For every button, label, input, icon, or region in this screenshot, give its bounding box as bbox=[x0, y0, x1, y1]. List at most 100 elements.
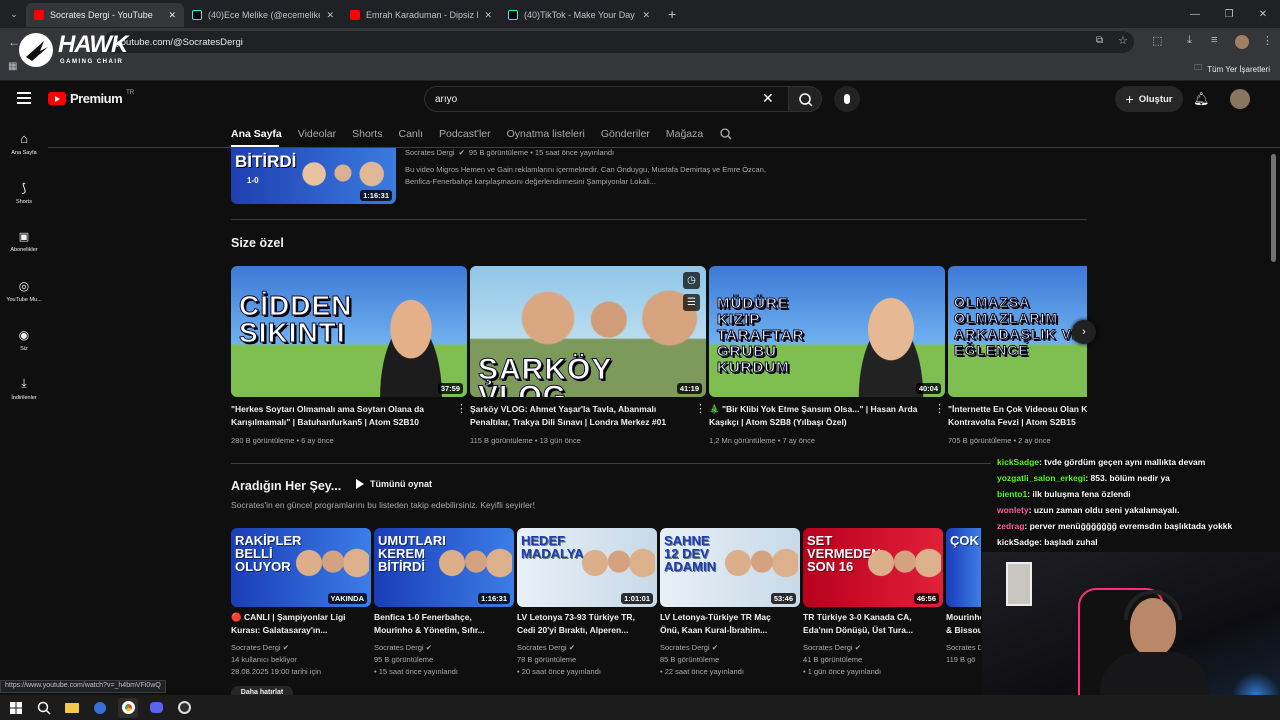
extensions-icon[interactable]: ⬚ bbox=[1152, 34, 1162, 47]
chrome-icon[interactable] bbox=[118, 697, 138, 718]
app-icon[interactable] bbox=[90, 698, 110, 718]
download-icon[interactable]: ⤓ bbox=[1187, 34, 1192, 47]
video-title[interactable]: "Herkes Soytarı Olmamalı ama Soytarı Ola… bbox=[231, 403, 456, 429]
video-channel[interactable]: Socrates Dergi ✔ bbox=[231, 642, 363, 654]
video-thumbnail[interactable]: ÇOK SİNİ bbox=[946, 528, 981, 607]
close-icon[interactable]: ✕ bbox=[326, 10, 334, 21]
video-channel[interactable]: Socrates Dergi ✔ bbox=[374, 642, 506, 654]
install-icon[interactable]: ⧉ bbox=[1096, 35, 1103, 46]
tab-store[interactable]: Mağaza bbox=[666, 128, 703, 140]
channel-search-icon[interactable] bbox=[719, 127, 733, 141]
video-thumbnail[interactable]: OLMAZSA OLMAZLARIM ARKADAŞLIK VE EĞLENCE bbox=[948, 266, 1087, 397]
voice-search-button[interactable] bbox=[834, 86, 860, 112]
youtube-logo[interactable]: Premium TR bbox=[48, 90, 134, 106]
video-title[interactable]: Şarköy VLOG: Ahmet Yaşar'la Tavla, Abanm… bbox=[470, 403, 695, 429]
close-icon[interactable]: ✕ bbox=[168, 10, 176, 21]
clear-search-icon[interactable]: ✕ bbox=[762, 90, 774, 107]
video-thumbnail[interactable]: SAHNE 12 DEV ADAMIN 53:46 bbox=[660, 528, 800, 607]
video-info: LV Letonya 73-93 Türkiye TR, Cedi 20'yi B… bbox=[517, 611, 649, 678]
tab-shorts[interactable]: Shorts bbox=[352, 128, 382, 140]
tab-playlists[interactable]: Oynatma listeleri bbox=[507, 128, 585, 140]
video-title[interactable]: Mourinho & Bissou bbox=[946, 611, 981, 637]
minimize-icon[interactable]: — bbox=[1178, 9, 1212, 20]
more-options-icon[interactable]: ⋮ bbox=[934, 402, 945, 415]
featured-video-thumbnail[interactable]: BİTİRDİ 1-0 1:16:31 bbox=[231, 148, 396, 204]
url-field[interactable]: youtube.com/@SocratesDergi bbox=[104, 31, 1134, 53]
video-thumbnail[interactable]: SET VERMEDEN SON 16 46:56 bbox=[803, 528, 943, 607]
search-icon[interactable] bbox=[34, 698, 54, 718]
channel-name[interactable]: Socrates Dergi bbox=[405, 147, 455, 159]
playlist-title[interactable]: Aradığın Her Şey... bbox=[231, 479, 341, 493]
sidebar-item-home[interactable]: ⌂ Ana Sayfa bbox=[0, 119, 48, 168]
more-options-icon[interactable]: ⋮ bbox=[695, 402, 706, 415]
obs-icon[interactable] bbox=[174, 698, 194, 718]
play-all-button[interactable]: Tümünü oynat bbox=[356, 479, 432, 489]
title-line: LV Letonya 73-93 Türkiye TR, bbox=[517, 612, 635, 622]
title-line: Şarköy VLOG: Ahmet Yaşar'la Tavla, Abanm… bbox=[470, 404, 657, 414]
sidebar-item-subscriptions[interactable]: ▣ Abonelikler bbox=[0, 217, 48, 266]
restore-icon[interactable]: ❐ bbox=[1212, 9, 1246, 20]
tab-home[interactable]: Ana Sayfa bbox=[231, 128, 282, 140]
file-explorer-icon[interactable] bbox=[62, 698, 82, 718]
close-icon[interactable]: ✕ bbox=[642, 10, 650, 21]
browser-tab-2[interactable]: (40)Ece Melike (@ecemelikec) | ✕ bbox=[184, 3, 342, 27]
video-title[interactable]: LV Letonya-Türkiye TR Maç Önü, Kaan Kural… bbox=[660, 611, 792, 637]
video-thumbnail[interactable]: UMUTLARI KEREM BİTİRDİ 1:16:31 bbox=[374, 528, 514, 607]
windows-start-icon[interactable] bbox=[6, 698, 26, 718]
bell-icon[interactable]: 🔔︎ bbox=[1193, 91, 1210, 107]
profile-avatar[interactable] bbox=[1235, 35, 1249, 49]
video-title[interactable]: TR Türkiye 3-0 Kanada CA, Eda'nın Dönüşü,… bbox=[803, 611, 935, 637]
video-thumbnail[interactable]: RAKİPLER BELLİ OLUYOR YAKINDA bbox=[231, 528, 371, 607]
search-input[interactable]: arıyo bbox=[424, 86, 789, 112]
browser-tab-1[interactable]: Socrates Dergi - YouTube ✕ bbox=[26, 3, 184, 27]
carousel-next-button[interactable]: › bbox=[1072, 320, 1096, 344]
title-line: Eda'nın Dönüşü, Üst Tura... bbox=[803, 625, 914, 635]
hawk-brand: HAWK bbox=[58, 31, 128, 58]
video-channel[interactable]: Socrates Dergi ✔ bbox=[803, 642, 935, 654]
video-title[interactable]: 🔴 CANLI | Şampiyonlar Ligi Kurası: Galata… bbox=[231, 611, 363, 637]
scrollbar-thumb[interactable] bbox=[1271, 154, 1276, 262]
all-bookmarks[interactable]: 🗀 Tüm Yer İşaretleri bbox=[1194, 62, 1270, 76]
video-title[interactable]: 🎄 "Bir Klibi Yok Etme Şansım Olsa..." | … bbox=[709, 403, 934, 429]
watch-later-icon[interactable]: ◷ bbox=[683, 272, 700, 289]
search-icon bbox=[799, 93, 813, 107]
browser-tab-4[interactable]: (40)TikTok - Make Your Day ✕ bbox=[500, 3, 658, 27]
tab-videos[interactable]: Videolar bbox=[298, 128, 336, 140]
tab-search-button[interactable]: ⌄ bbox=[2, 2, 26, 26]
video-channel[interactable]: Socrates Dergi ✔ bbox=[517, 642, 649, 654]
close-window-icon[interactable]: ✕ bbox=[1246, 9, 1280, 20]
media-icon[interactable]: ≡ bbox=[1211, 34, 1217, 46]
chat-message: yozgatli_salon_erkegi: 853. bölüm nedir … bbox=[997, 470, 1280, 486]
browser-tab-3[interactable]: Emrah Karaduman - Dipsiz Kuy ✕ bbox=[342, 3, 500, 27]
youtube-favicon-icon bbox=[34, 10, 44, 20]
video-channel[interactable]: Socrates Dergi ✔ bbox=[660, 642, 792, 654]
video-thumbnail[interactable]: HEDEF MADALYA 1:01:01 bbox=[517, 528, 657, 607]
create-button[interactable]: + Oluştur bbox=[1115, 86, 1183, 112]
close-icon[interactable]: ✕ bbox=[484, 10, 492, 21]
hamburger-icon[interactable] bbox=[17, 92, 31, 104]
search-button[interactable] bbox=[788, 86, 822, 112]
tab-posts[interactable]: Gönderiler bbox=[601, 128, 650, 140]
menu-icon[interactable]: ⋮ bbox=[1262, 34, 1273, 47]
more-options-icon[interactable]: ⋮ bbox=[456, 402, 467, 415]
video-thumbnail[interactable]: ŞARKÖY VLOG ◷ ☰ 41:19 bbox=[470, 266, 706, 397]
sidebar-item-you[interactable]: ◉ Siz bbox=[0, 315, 48, 364]
add-to-queue-icon[interactable]: ☰ bbox=[683, 294, 700, 311]
video-title[interactable]: LV Letonya 73-93 Türkiye TR, Cedi 20'yi B… bbox=[517, 611, 649, 637]
play-all-label: Tümünü oynat bbox=[370, 479, 432, 489]
tab-podcasts[interactable]: Podcast'ler bbox=[439, 128, 491, 140]
sidebar-item-music[interactable]: ◎ YouTube Mu... bbox=[0, 266, 48, 315]
video-thumbnail[interactable]: CİDDEN SIKINTI 37:59 bbox=[231, 266, 467, 397]
sidebar-item-shorts[interactable]: ⟆ Shorts bbox=[0, 168, 48, 217]
video-title[interactable]: Benfica 1-0 Fenerbahçe, Mourinho & Yöneti… bbox=[374, 611, 506, 637]
video-channel[interactable]: Socrates Dergi ✔ bbox=[946, 642, 981, 654]
discord-icon[interactable] bbox=[146, 698, 166, 718]
account-avatar[interactable] bbox=[1230, 89, 1250, 109]
chat-text: : başladı zuhal bbox=[1039, 537, 1098, 547]
video-thumbnail[interactable]: MÜDÜRE KIZIP TARAFTAR GRUBU KURDUM 40:04 bbox=[709, 266, 945, 397]
video-title[interactable]: "İnternette En Çok Videosu Olan K Kontrav… bbox=[948, 403, 1087, 429]
tab-live[interactable]: Canlı bbox=[398, 128, 423, 140]
star-icon[interactable]: ☆ bbox=[1118, 34, 1128, 47]
new-tab-button[interactable]: + bbox=[668, 6, 676, 22]
sidebar-item-downloads[interactable]: ⤓ İndirilenler bbox=[0, 364, 48, 413]
